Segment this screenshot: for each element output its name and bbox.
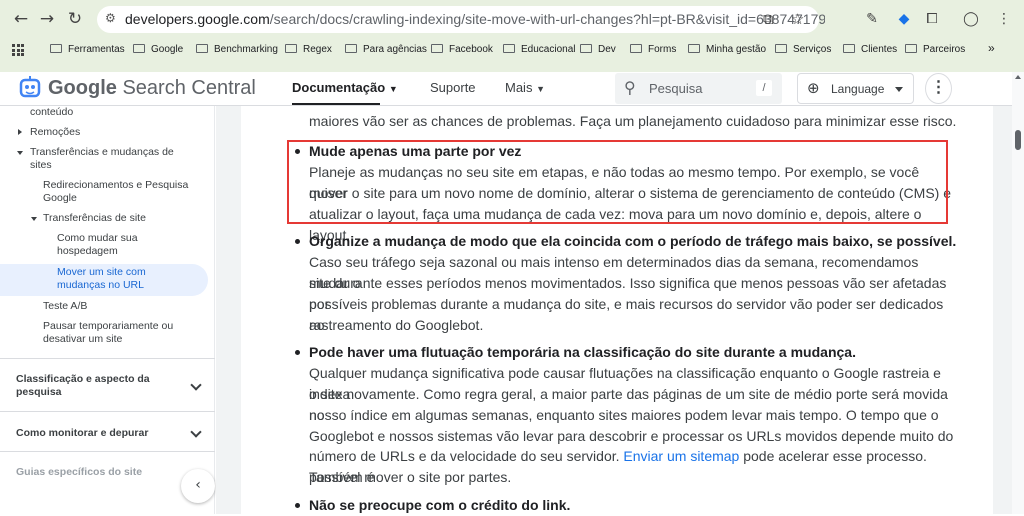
sidebar-item-transferencias-site[interactable]: Transferências de site (43, 212, 146, 225)
chevron-down-icon (895, 87, 903, 92)
bookmark-folder[interactable]: Minha gestão (688, 44, 766, 55)
folder-icon (345, 44, 357, 53)
sidebar-item-transferencias[interactable]: Transferências e mudanças de sites (30, 146, 185, 172)
bookmark-folder[interactable]: Ferramentas (50, 44, 125, 55)
scroll-thumb[interactable] (1015, 130, 1021, 150)
language-label: Language (831, 82, 885, 96)
bullet-title: Organize a mudança de modo que ela coinc… (309, 233, 957, 249)
sidebar-section-classificacao[interactable]: Classificação e aspecto da pesquisa (16, 373, 166, 399)
nav-suporte[interactable]: Suporte (430, 80, 476, 95)
paragraph-text: nosso índice em algumas semanas, enquant… (309, 407, 939, 423)
brand-title[interactable]: Google Search Central (48, 77, 256, 100)
bookmark-folder[interactable]: Google (133, 44, 183, 55)
reload-icon[interactable]: ↻ (64, 8, 86, 30)
bookmark-folder[interactable]: Parceiros (905, 44, 965, 55)
bookmark-folder[interactable]: Forms (630, 44, 676, 55)
bookmark-folder[interactable]: Regex (285, 44, 332, 55)
page-scrollbar[interactable] (1012, 72, 1024, 514)
folder-icon (630, 44, 642, 53)
paragraph-text: rastreamento do Googlebot. (309, 317, 484, 333)
bookmark-folder[interactable]: Benchmarking (196, 44, 278, 55)
sidebar-item-conteudo[interactable]: conteúdo (30, 106, 73, 119)
folder-icon (285, 44, 297, 53)
folder-icon (133, 44, 145, 53)
search-shortcut-hint: / (756, 80, 772, 96)
sidebar-section-monitorar[interactable]: Como monitorar e depurar (16, 427, 148, 440)
paragraph-text: maiores vão ser as chances de problemas.… (309, 113, 957, 129)
cast-icon[interactable]: ⧉ (763, 10, 774, 28)
globe-icon: ⊕ (807, 79, 820, 97)
address-bar[interactable]: ⚙ developers.google.com/search/docs/craw… (97, 6, 825, 33)
paragraph-text: Googlebot e nossos sistemas vão levar pa… (309, 428, 954, 444)
sitemap-link[interactable]: Enviar um sitemap (623, 448, 739, 464)
bookmark-folder[interactable]: Clientes (843, 44, 897, 55)
folder-icon (905, 44, 917, 53)
site-header: Google Search Central Documentação ▼ Sup… (0, 72, 1012, 106)
nav-documentacao[interactable]: Documentação ▼ (292, 80, 398, 105)
bookmark-folder[interactable]: Dev (580, 44, 616, 55)
folder-icon (688, 44, 700, 53)
extension-icon[interactable]: ◆ (894, 9, 914, 29)
language-selector[interactable]: ⊕ Language (797, 73, 914, 104)
bookmarks-bar: Ferramentas Google Benchmarking Regex Pa… (0, 38, 1024, 64)
profile-avatar[interactable]: ◯ (961, 9, 981, 29)
collapse-sidebar-button[interactable]: ‹ (181, 469, 215, 503)
folder-icon (50, 44, 62, 53)
divider (0, 411, 215, 412)
sidebar-item-pausar[interactable]: Pausar temporariamente ou desativar um s… (43, 320, 193, 346)
bookmark-folder[interactable]: Facebook (431, 44, 493, 55)
bullet-marker (295, 239, 300, 244)
extensions-puzzle-icon[interactable]: ⧠ (922, 9, 942, 29)
folder-icon (843, 44, 855, 53)
divider (0, 451, 215, 452)
site-info-icon[interactable]: ⚙ (105, 11, 121, 27)
sidebar-item-mover-site[interactable]: Mover um site com mudanças no URL (57, 266, 177, 292)
search-placeholder: Pesquisa (649, 81, 703, 96)
search-central-logo-icon[interactable] (16, 74, 44, 102)
folder-icon (196, 44, 208, 53)
sidebar-item-teste-ab[interactable]: Teste A/B (43, 300, 87, 313)
folder-icon (580, 44, 592, 53)
folder-icon (503, 44, 515, 53)
nav-mais[interactable]: Mais ▼ (505, 80, 545, 95)
sidebar-item-remocoes[interactable]: Remoções (30, 126, 80, 139)
search-input[interactable]: ⚲ Pesquisa / (615, 73, 782, 104)
bullet-title: Não se preocupe com o crédito do link. (309, 497, 571, 513)
more-options-button[interactable]: ⋮ (925, 73, 952, 104)
red-highlight-box (287, 140, 948, 224)
bullet-title: Pode haver uma flutuação temporária na c… (309, 344, 856, 360)
bookmark-folder[interactable]: Para agências (345, 44, 427, 55)
collapse-arrow-icon[interactable] (17, 151, 23, 155)
extension-icon[interactable]: ✎ (862, 9, 882, 29)
folder-icon (431, 44, 443, 53)
collapse-arrow-icon[interactable] (31, 217, 37, 221)
scroll-up-arrow-icon[interactable] (1015, 75, 1021, 79)
browser-menu-icon[interactable]: ⋮ (994, 9, 1014, 29)
divider (0, 358, 215, 359)
bookmark-star-icon[interactable]: ☆ (791, 10, 804, 28)
expand-arrow-icon[interactable] (18, 129, 22, 135)
search-icon: ⚲ (624, 78, 636, 97)
bookmark-folder[interactable]: Educacional (503, 44, 575, 55)
back-icon[interactable]: ← (10, 8, 32, 30)
bullet-marker (295, 350, 300, 355)
bookmark-folder[interactable]: Serviços (775, 44, 831, 55)
sidebar-item-redirecionamentos[interactable]: Redirecionamentos e Pesquisa Google (43, 179, 203, 205)
chevron-down-icon[interactable] (190, 379, 202, 391)
url-text: developers.google.com/search/docs/crawli… (125, 11, 825, 27)
forward-icon[interactable]: → (36, 8, 58, 30)
sidebar-section-guias[interactable]: Guias específicos do site (16, 466, 142, 479)
paragraph-text: possível mover o site por partes. (309, 469, 512, 485)
bullet-marker (295, 503, 300, 508)
more-bookmarks-icon[interactable]: » (988, 41, 995, 55)
sidebar-item-hospedagem[interactable]: Como mudar sua hospedagem (57, 232, 177, 258)
sidebar: conteúdo Remoções Transferências e mudan… (0, 106, 215, 514)
chevron-down-icon[interactable] (190, 426, 202, 438)
folder-icon (775, 44, 787, 53)
